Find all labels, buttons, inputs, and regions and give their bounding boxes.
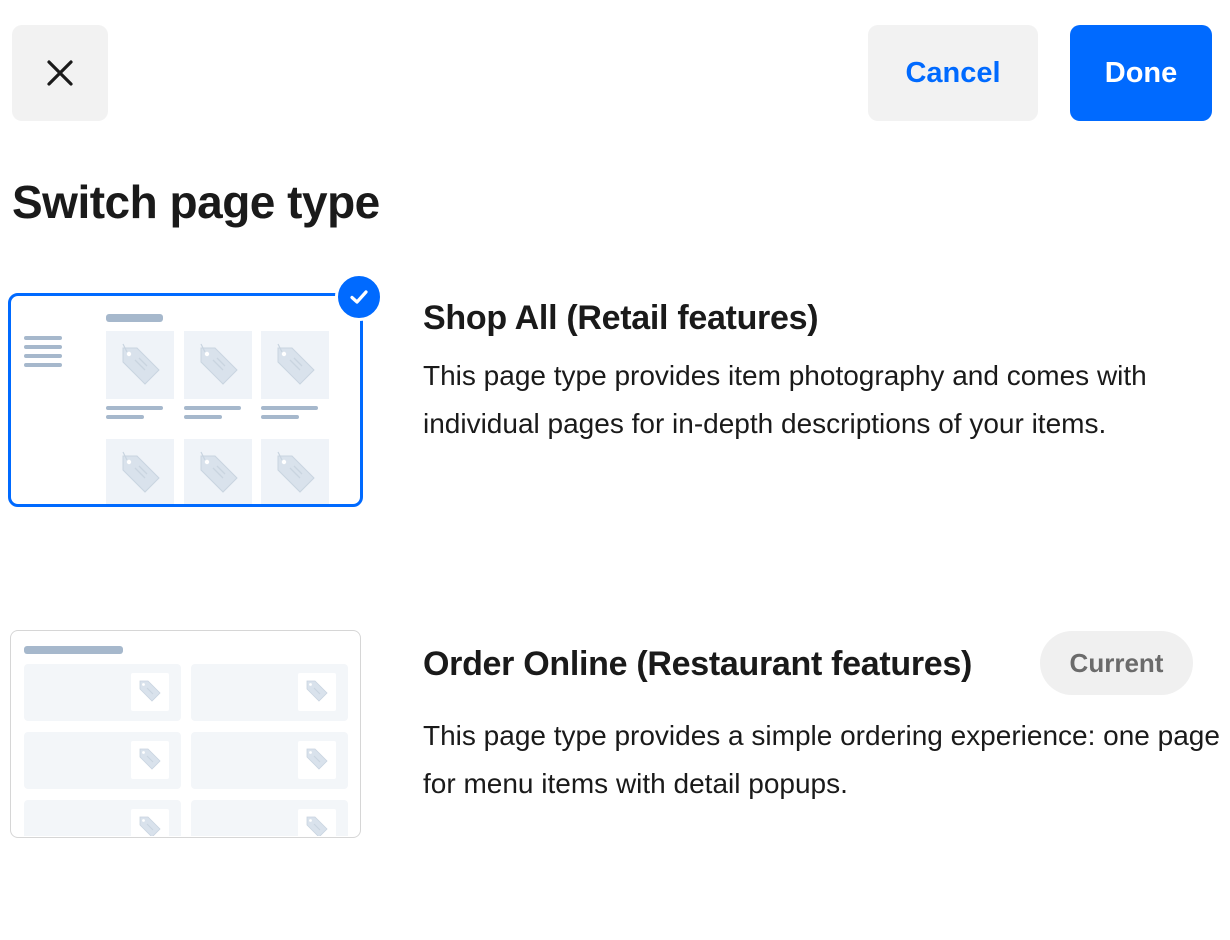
option-shop-all[interactable]: Shop All (Retail features) This page typ… bbox=[0, 270, 1230, 520]
done-button[interactable]: Done bbox=[1070, 25, 1212, 121]
close-icon bbox=[47, 60, 73, 86]
option-title: Order Online (Restaurant features) bbox=[423, 645, 973, 683]
option-title: Shop All (Retail features) bbox=[423, 299, 819, 337]
option-description: This page type provides a simple orderin… bbox=[423, 720, 1220, 799]
option-description: This page type provides item photography… bbox=[423, 360, 1147, 439]
cancel-button[interactable]: Cancel bbox=[868, 25, 1038, 121]
option-order-online[interactable]: Order Online (Restaurant features) Curre… bbox=[0, 620, 1230, 850]
retail-layout-thumbnail bbox=[8, 293, 363, 507]
restaurant-layout-thumbnail bbox=[10, 630, 361, 838]
page-title: Switch page type bbox=[12, 176, 380, 228]
retail-layout-illustration bbox=[24, 314, 329, 504]
current-badge: Current bbox=[1040, 631, 1193, 695]
restaurant-layout-illustration bbox=[24, 646, 348, 837]
close-button[interactable] bbox=[12, 25, 108, 121]
selected-check-badge bbox=[335, 273, 383, 321]
check-icon bbox=[350, 290, 368, 304]
